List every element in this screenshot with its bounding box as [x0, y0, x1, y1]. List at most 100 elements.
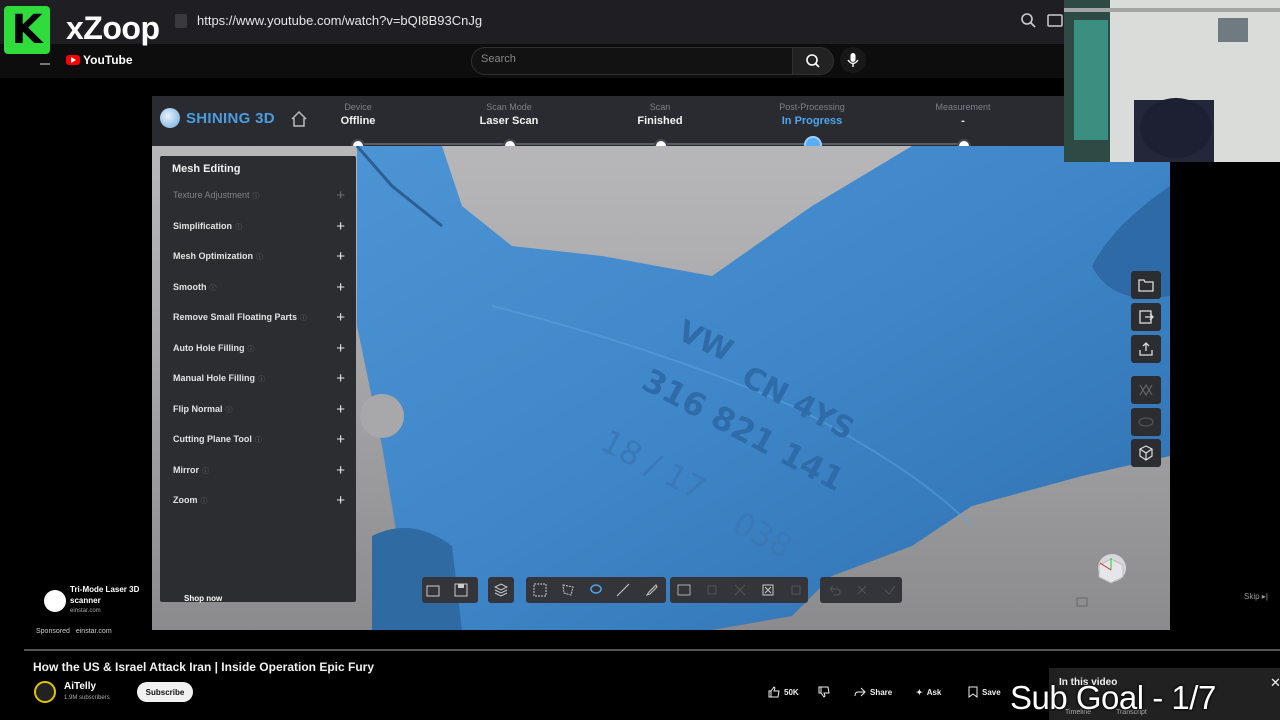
mesh-item-label: Simplification [173, 220, 233, 231]
voice-search-button[interactable] [840, 47, 866, 73]
mesh-item-cutting-plane-tool[interactable]: Cutting Plane Tool ⓘ + [173, 429, 345, 449]
select-through-icon [707, 585, 717, 595]
expand-plus-icon[interactable]: + [336, 249, 345, 264]
mesh-item-remove-small-floating-parts[interactable]: Remove Small Floating Parts ⓘ + [173, 307, 345, 327]
search-placeholder: Search [481, 53, 516, 65]
info-icon: ⓘ [254, 436, 262, 444]
mesh-item-label: Remove Small Floating Parts [173, 311, 298, 322]
like-count: 50K [784, 687, 799, 697]
save-button[interactable]: Save [968, 682, 1001, 702]
ask-button[interactable]: ✦ Ask [916, 682, 941, 702]
select-all-icon [677, 584, 691, 596]
step-measurement[interactable]: Measurement - [903, 102, 1023, 127]
skip-next-icon: ▸| [1261, 592, 1268, 601]
step-post-processing[interactable]: Post-Processing In Progress [752, 102, 872, 127]
mesh-item-simplification[interactable]: Simplification ⓘ + [173, 216, 345, 236]
cancel-button[interactable] [852, 580, 872, 600]
fit-view-button[interactable] [1072, 592, 1092, 612]
info-icon: ⓘ [200, 497, 208, 505]
mesh-item-mesh-optimization[interactable]: Mesh Optimization ⓘ + [173, 246, 345, 266]
lasso-select-button[interactable] [586, 580, 606, 600]
share-button[interactable]: Share [854, 682, 892, 702]
polygon-select-button[interactable] [558, 580, 578, 600]
mesh-item-smooth[interactable]: Smooth ⓘ + [173, 277, 345, 297]
expand-plus-icon[interactable]: + [336, 432, 345, 447]
info-icon: ⓘ [300, 314, 308, 322]
rect-select-button[interactable] [530, 580, 550, 600]
url-text[interactable]: https://www.youtube.com/watch?v=bQI8B93C… [197, 13, 482, 28]
crop-selection-button[interactable] [786, 580, 806, 600]
search-button[interactable] [792, 47, 834, 75]
webcam-overlay [1064, 0, 1280, 162]
expand-plus-icon[interactable]: + [336, 493, 345, 508]
expand-plus-icon[interactable]: + [336, 219, 345, 234]
menu-icon[interactable] [40, 63, 50, 65]
share-upload-button[interactable] [1131, 335, 1161, 363]
shining3d-logo: SHINING 3D [160, 108, 275, 128]
ad-shop-now-button[interactable]: Shop now [184, 594, 222, 603]
step-scan-value: Finished [637, 115, 683, 127]
layers-button[interactable] [491, 580, 511, 600]
ad-title[interactable]: Tri-Mode Laser 3D scanner [70, 584, 150, 606]
apply-button[interactable] [880, 580, 900, 600]
channel-avatar[interactable] [34, 681, 56, 703]
info-icon: ⓘ [247, 345, 255, 353]
expand-plus-icon[interactable]: + [336, 402, 345, 417]
view-cube[interactable] [1096, 556, 1126, 586]
mesh-item-flip-normal[interactable]: Flip Normal ⓘ + [173, 399, 345, 419]
select-all-button[interactable] [674, 580, 694, 600]
channel-name[interactable]: AiTelly [64, 681, 96, 692]
browser-address-bar [0, 0, 1064, 44]
texture-toggle-button[interactable] [1131, 376, 1161, 404]
cast-icon[interactable] [1046, 12, 1064, 30]
close-icon[interactable]: ✕ [1270, 675, 1280, 691]
step-scan[interactable]: Scan Finished [600, 102, 720, 127]
mesh-item-label: Cutting Plane Tool [173, 433, 252, 444]
search-input[interactable] [471, 47, 793, 75]
like-button[interactable]: 50K [768, 682, 799, 702]
step-device-label: Device [344, 102, 372, 112]
visibility-button[interactable] [1131, 408, 1161, 436]
dislike-button[interactable] [818, 682, 830, 702]
thumbs-up-icon [768, 686, 780, 698]
mesh-item-zoom[interactable]: Zoom ⓘ + [173, 490, 345, 510]
subscribe-button[interactable]: Subscribe [137, 682, 193, 702]
mesh-item-mirror[interactable]: Mirror ⓘ + [173, 460, 345, 480]
save-mesh-button[interactable] [451, 580, 471, 600]
expand-plus-icon[interactable]: + [336, 463, 345, 478]
mesh-item-texture-adjustment[interactable]: Texture Adjustment ⓘ + [173, 185, 345, 205]
site-info-icon[interactable] [175, 14, 187, 28]
step-device[interactable]: Device Offline [298, 102, 418, 127]
video-progress-track[interactable] [24, 649, 1280, 651]
ask-label: Ask [926, 687, 942, 697]
step-scan-mode-value: Laser Scan [479, 115, 539, 127]
expand-plus-icon[interactable]: + [336, 341, 345, 356]
axis-cube-icon [1098, 558, 1124, 584]
expand-plus-icon[interactable]: + [336, 280, 345, 295]
brush-select-button[interactable] [641, 580, 661, 600]
mesh-item-label: Mirror [173, 464, 200, 475]
zoom-icon[interactable] [1020, 12, 1038, 30]
mesh-view-button[interactable] [1131, 439, 1161, 467]
expand-plus-icon[interactable]: + [336, 310, 345, 325]
invert-selection-button[interactable] [730, 580, 750, 600]
export-button[interactable] [1131, 303, 1161, 331]
step-scan-mode[interactable]: Scan Mode Laser Scan [449, 102, 569, 127]
step-measurement-label: Measurement [935, 102, 991, 112]
expand-plus-icon[interactable]: + [336, 188, 345, 203]
share-arrow-icon [854, 687, 866, 697]
open-folder-button[interactable] [1131, 271, 1161, 299]
undo-button[interactable] [824, 580, 844, 600]
select-through-button[interactable] [702, 580, 722, 600]
delete-selection-button[interactable] [758, 580, 778, 600]
mesh-view-icon [1139, 445, 1153, 461]
step-device-value: Offline [340, 115, 376, 127]
skip-ad-button[interactable]: Skip ▸| [1244, 592, 1268, 601]
mesh-item-auto-hole-filling[interactable]: Auto Hole Filling ⓘ + [173, 338, 345, 358]
mesh-item-manual-hole-filling[interactable]: Manual Hole Filling ⓘ + [173, 368, 345, 388]
expand-plus-icon[interactable]: + [336, 371, 345, 386]
line-select-button[interactable] [613, 580, 633, 600]
save-project-button[interactable] [423, 580, 443, 600]
ad-advertiser-logo[interactable] [44, 590, 66, 612]
mesh-item-label: Auto Hole Filling [173, 342, 245, 353]
